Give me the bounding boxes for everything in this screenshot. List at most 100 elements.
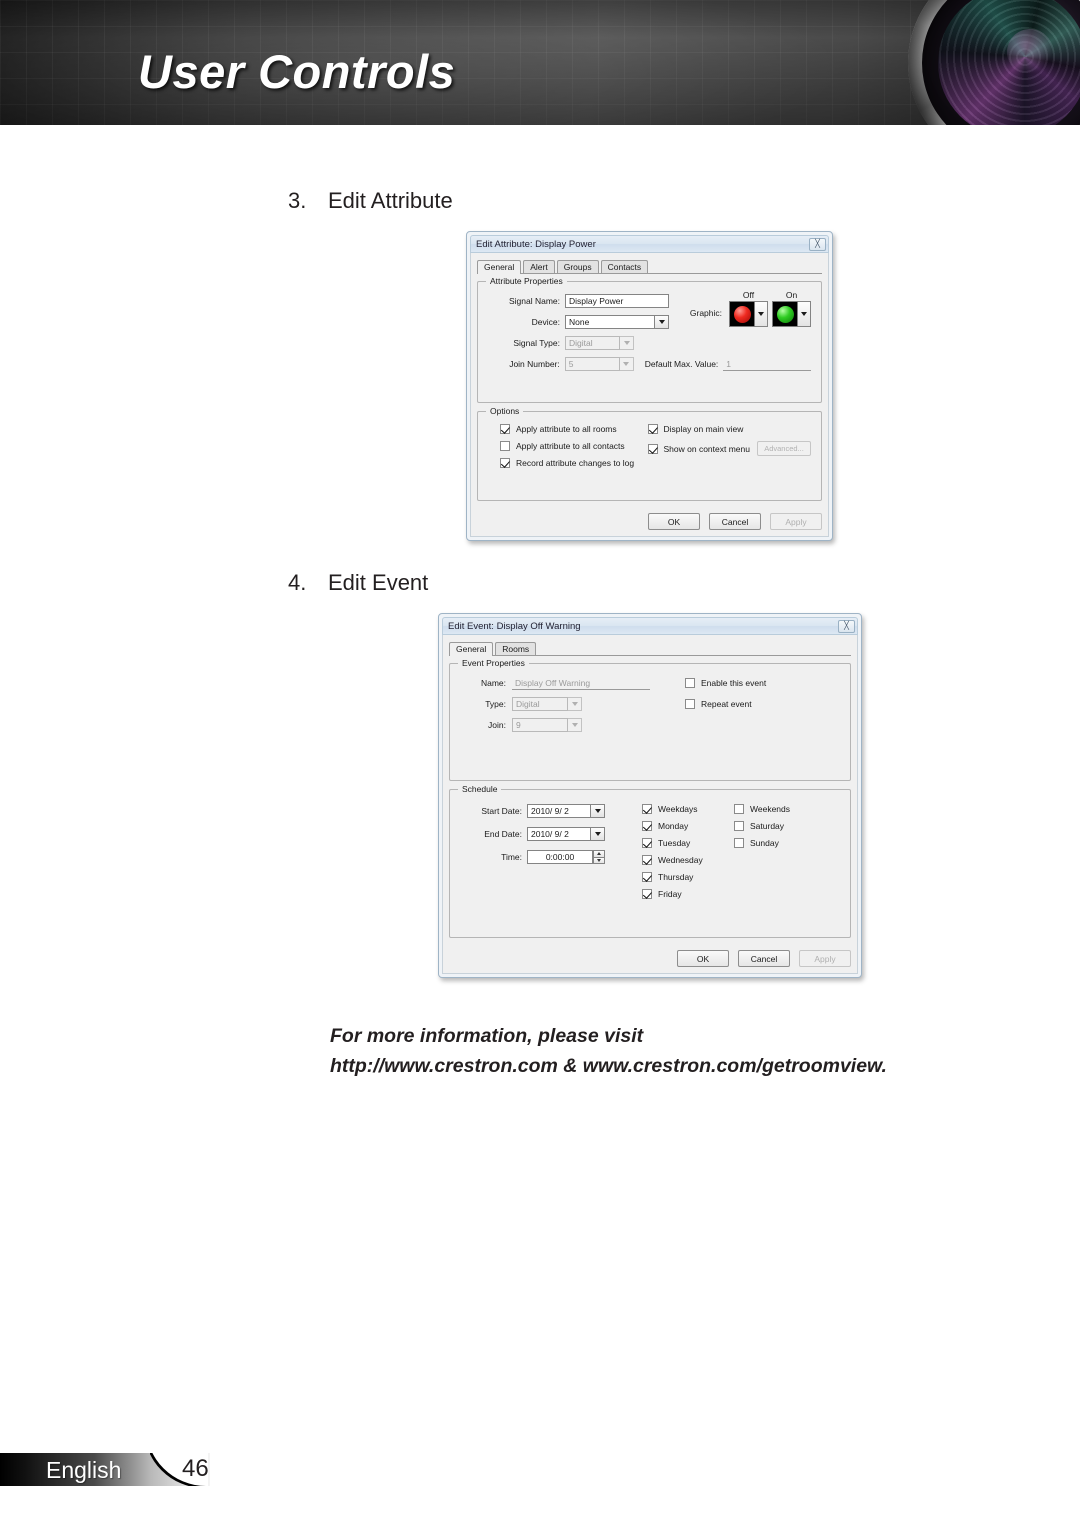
option-show-context-menu[interactable]: Show on context menu Advanced... [647,441,811,456]
checkbox-icon[interactable] [642,855,652,865]
default-max-value-label: Default Max. Value: [644,359,719,369]
step-3-label: Edit Attribute [328,188,453,213]
day-label: Thursday [658,872,694,882]
event-join-row: Join: 9 [460,718,685,732]
signal-name-input[interactable]: Display Power [565,294,669,308]
step-heading-3: 3. Edit Attribute [288,188,453,214]
option-display-main-view[interactable]: Display on main view [647,424,811,434]
checkbox-icon[interactable] [500,424,510,434]
option-apply-all-contacts[interactable]: Apply attribute to all contacts [500,441,648,451]
event-properties-legend: Event Properties [458,658,529,668]
checkbox-icon[interactable] [647,443,658,454]
checkbox-icon[interactable] [734,804,744,814]
day-label: Saturday [750,821,785,831]
chevron-down-icon [568,697,582,711]
day-option-weekends[interactable]: Weekends [734,804,790,814]
signal-name-label: Signal Name: [508,296,560,306]
red-ball-icon [733,305,751,323]
checkbox-icon[interactable] [734,821,744,831]
checkbox-icon[interactable] [642,821,652,831]
option-label: Show on context menu [663,443,750,454]
event-type-row: Type: Digital [460,697,685,711]
graphic-off-swatch[interactable] [729,301,755,327]
tab-rooms[interactable]: Rooms [495,641,537,655]
checkbox-icon[interactable] [500,441,510,451]
cancel-button[interactable]: Cancel [738,950,790,967]
day-option-friday[interactable]: Friday [642,889,734,899]
tab-contacts[interactable]: Contacts [600,259,649,273]
checkbox-icon[interactable] [500,458,510,468]
end-date-picker[interactable]: 2010/ 9/ 2 [527,827,605,841]
checkbox-icon[interactable] [642,889,652,899]
join-number-value: 5 [564,357,620,371]
repeat-event-label: Repeat event [701,699,752,709]
day-label: Tuesday [658,838,691,848]
checkbox-icon[interactable] [685,678,695,688]
repeat-event-option[interactable]: Repeat event [685,699,766,709]
cancel-button[interactable]: Cancel [709,513,761,530]
schedule-days-column-1: Weekdays Monday Tuesday Wednesday Thursd… [630,804,734,899]
checkbox-icon[interactable] [642,872,652,882]
checkbox-icon[interactable] [685,699,695,709]
default-max-value-input: 1 [723,357,811,371]
close-icon[interactable]: ╳ [809,237,826,251]
day-option-monday[interactable]: Monday [642,821,734,831]
event-properties-left: Name: Display Off Warning Type: Digital … [460,676,685,732]
graphic-off-caption: Off [742,290,755,300]
options-column-right: Display on main view Show on context men… [647,424,811,468]
checkbox-icon[interactable] [642,838,652,848]
day-option-thursday[interactable]: Thursday [642,872,734,882]
day-option-saturday[interactable]: Saturday [734,821,790,831]
chevron-down-icon[interactable] [591,804,605,818]
device-combobox[interactable]: None [565,315,669,329]
camera-lens-graphic [908,0,1080,125]
time-stepper[interactable]: 0:00:00 [527,850,605,864]
tab-general[interactable]: General [477,259,522,274]
checkbox-icon[interactable] [642,804,652,814]
schedule-legend: Schedule [458,784,502,794]
event-name-label: Name: [480,678,506,688]
enable-event-label: Enable this event [701,678,767,688]
join-number-row: Join Number: 5 Default Max. Value: 1 [488,357,811,371]
enable-event-option[interactable]: Enable this event [685,678,766,688]
edit-attribute-titlebar: Edit Attribute: Display Power ╳ [470,235,829,253]
day-option-wednesday[interactable]: Wednesday [642,855,734,865]
graphic-off-dropdown[interactable] [755,301,768,327]
option-apply-all-rooms[interactable]: Apply attribute to all rooms [500,424,648,434]
event-join-label: Join: [488,720,506,730]
edit-attribute-body: General Alert Groups Contacts Attribute … [470,253,829,537]
edit-event-tabstrip: General Rooms [449,640,851,656]
day-option-weekdays[interactable]: Weekdays [642,804,734,814]
chevron-down-icon[interactable] [591,827,605,841]
ok-button[interactable]: OK [677,950,729,967]
day-option-sunday[interactable]: Sunday [734,838,790,848]
event-type-label: Type: [485,699,506,709]
tab-groups[interactable]: Groups [556,259,599,273]
green-ball-icon [776,305,794,323]
chevron-down-icon[interactable] [655,315,669,329]
advanced-button: Advanced... [757,441,811,456]
signal-type-combobox: Digital [565,336,634,350]
close-icon[interactable]: ╳ [838,619,855,633]
spinner-icon[interactable] [593,850,605,864]
ok-button[interactable]: OK [648,513,700,530]
event-properties-group: Event Properties Name: Display Off Warni… [449,658,851,781]
graphic-on-swatch[interactable] [772,301,798,327]
edit-attribute-buttonbar: OK Cancel Apply [477,509,822,530]
graphic-on-dropdown[interactable] [798,301,811,327]
option-record-changes-log[interactable]: Record attribute changes to log [500,458,648,468]
day-option-tuesday[interactable]: Tuesday [642,838,734,848]
edit-event-body: General Rooms Event Properties Name: Dis… [442,635,858,974]
tab-general[interactable]: General [449,641,494,656]
schedule-days-column-2: Weekends Saturday Sunday [734,804,790,899]
checkbox-icon[interactable] [647,424,658,434]
edit-attribute-dialog: Edit Attribute: Display Power ╳ General … [466,231,833,541]
checkbox-icon[interactable] [734,838,744,848]
chevron-down-icon [568,718,582,732]
tab-alert[interactable]: Alert [523,259,555,273]
graphic-off-column: Off [729,290,768,327]
day-label: Friday [658,889,682,899]
signal-type-row: Signal Type: Digital [488,336,811,350]
footnote-line-2: http://www.crestron.com & www.crestron.c… [330,1055,887,1078]
start-date-picker[interactable]: 2010/ 9/ 2 [527,804,605,818]
